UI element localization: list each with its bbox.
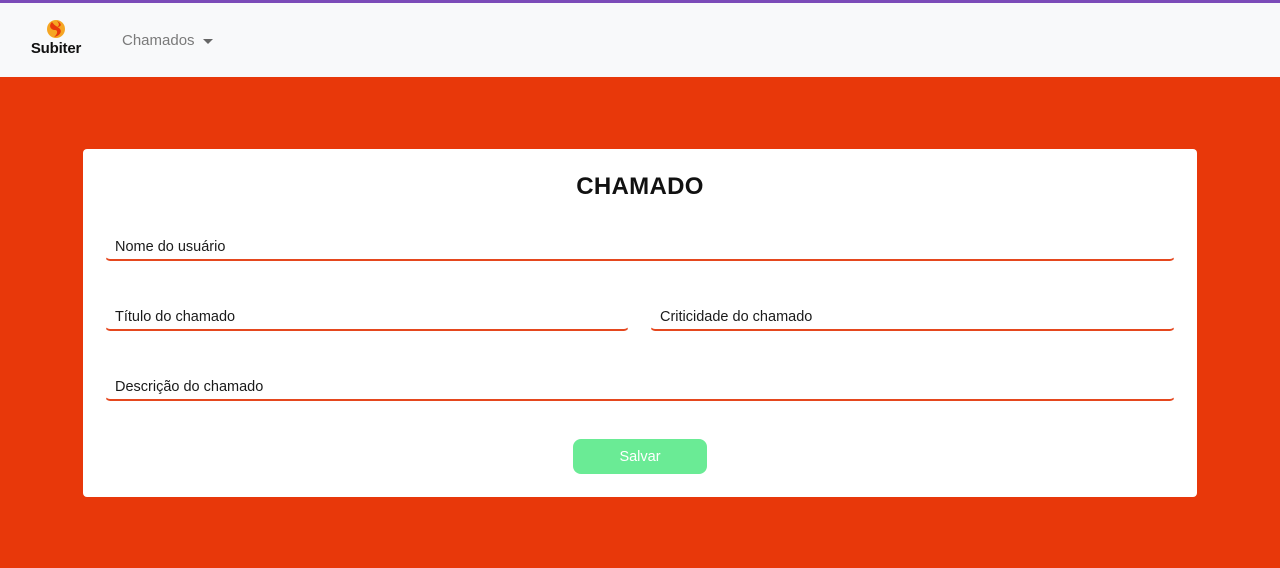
criticidade-chamado-field[interactable]: [650, 303, 1175, 331]
chamados-dropdown[interactable]: Chamados: [122, 32, 213, 49]
criticidade-chamado-input[interactable]: [651, 304, 1174, 329]
form-title: CHAMADO: [576, 173, 704, 200]
brand-logo[interactable]: Subiter: [30, 19, 82, 61]
titulo-chamado-input[interactable]: [106, 304, 628, 329]
chamados-dropdown-label: Chamados: [122, 32, 195, 49]
save-button[interactable]: Salvar: [573, 439, 707, 474]
nome-usuario-input[interactable]: [106, 234, 1174, 259]
titulo-chamado-field[interactable]: [105, 303, 629, 331]
navbar: Subiter Chamados: [0, 3, 1280, 77]
brand-name: Subiter: [30, 40, 82, 57]
descricao-chamado-input[interactable]: [106, 374, 1174, 399]
caret-down-icon: [202, 38, 213, 44]
descricao-chamado-field[interactable]: [105, 373, 1175, 401]
flame-logo-icon: [47, 20, 65, 38]
chamado-form-card: CHAMADO Salvar: [83, 149, 1197, 497]
nome-usuario-field[interactable]: [105, 233, 1175, 261]
